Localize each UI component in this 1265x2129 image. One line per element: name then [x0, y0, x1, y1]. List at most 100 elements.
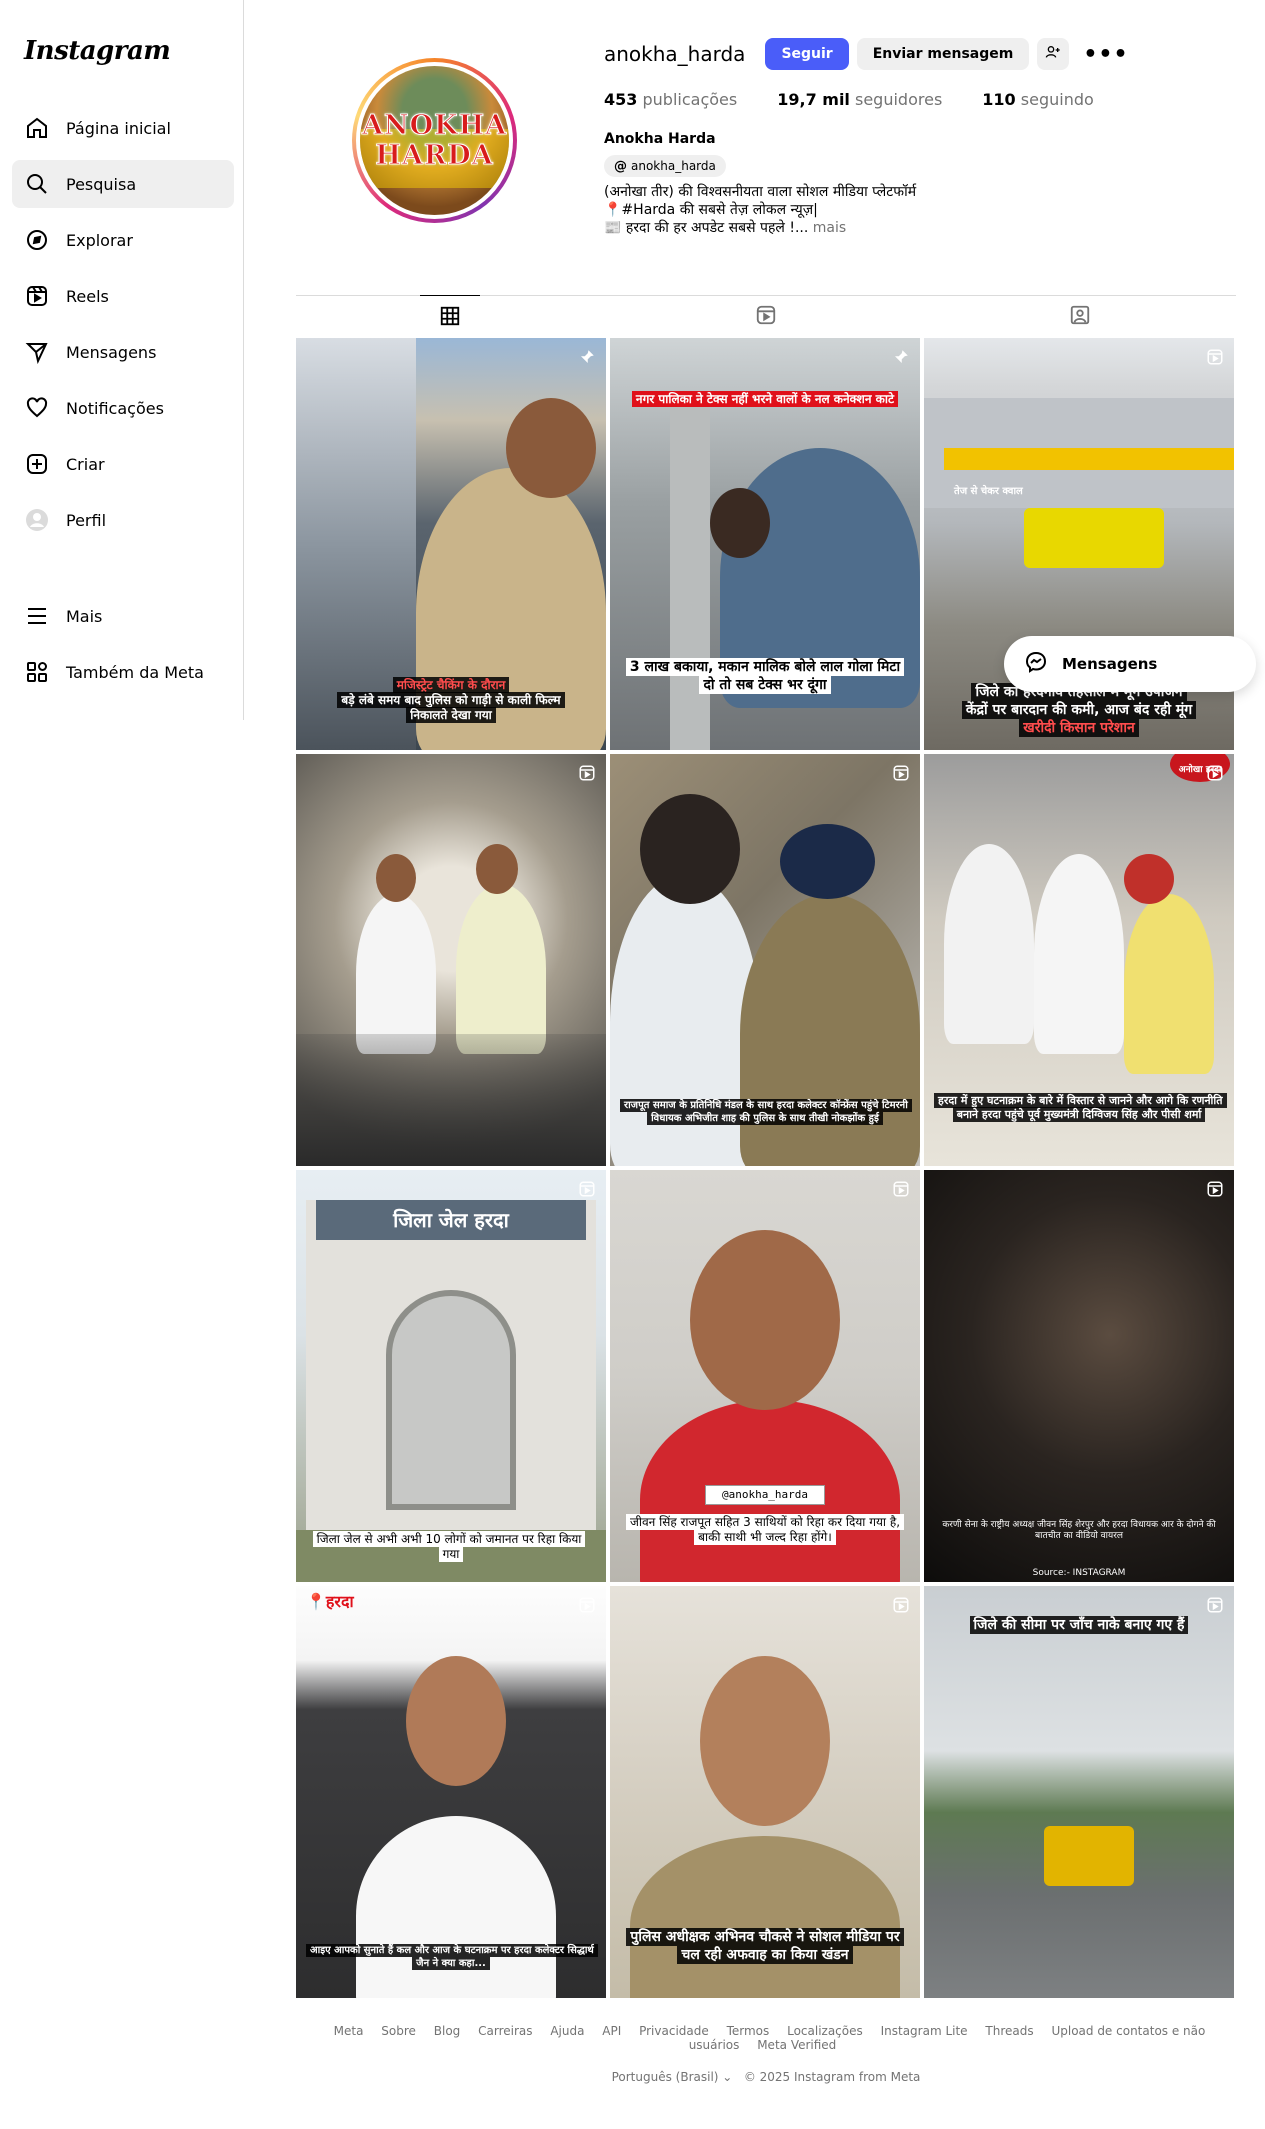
- meta-apps-icon: [24, 659, 50, 685]
- footer-link[interactable]: Sobre: [381, 2024, 416, 2038]
- sidebar-item-label: Reels: [66, 286, 109, 306]
- messenger-icon: [24, 339, 50, 365]
- posts-grid: मजिस्ट्रेट चैकिंग के दौरान बड़े लंबे समय…: [296, 338, 1234, 1998]
- reel-icon: [892, 764, 910, 782]
- add-person-icon: [1045, 44, 1061, 64]
- grid-icon: [439, 305, 461, 331]
- sidebar-item-label: Pesquisa: [66, 174, 137, 194]
- options-icon[interactable]: •••: [1083, 42, 1128, 67]
- post-tile[interactable]: [296, 754, 606, 1166]
- avatar-icon: [24, 507, 50, 533]
- sidebar-item-search[interactable]: Pesquisa: [12, 160, 234, 208]
- nav-bottom: Mais Também da Meta: [12, 592, 234, 704]
- profile-username: anokha_harda: [604, 42, 746, 66]
- post-caption: आइए आपको सुनाते हैं कल और आज के घटनाक्रम…: [306, 1944, 598, 1970]
- pinned-icon: [578, 348, 596, 366]
- post-caption: जिला जेल से अभी अभी 10 लोगों को जमानत पर…: [306, 1531, 596, 1562]
- sidebar-item-notifications[interactable]: Notificações: [12, 384, 234, 432]
- tab-tagged[interactable]: [1050, 295, 1110, 339]
- handle-label: @anokha_harda: [705, 1485, 825, 1505]
- footer-link[interactable]: Privacidade: [639, 2024, 709, 2038]
- sidebar-item-label: Mais: [66, 606, 103, 626]
- footer-link[interactable]: Localizações: [787, 2024, 863, 2038]
- posts-count: 453 publicações: [604, 90, 738, 109]
- nav-list: Página inicial Pesquisa Explorar Reels M…: [12, 104, 234, 552]
- suggest-accounts-button[interactable]: [1037, 38, 1070, 70]
- tab-reels[interactable]: [736, 295, 796, 339]
- profile-header: anokha_harda Seguir Enviar mensagem ••• …: [604, 36, 1244, 237]
- profile-avatar-ring[interactable]: ANOKHA HARDA: [352, 58, 517, 223]
- post-tile[interactable]: 📍हरदा आइए आपको सुनाते हैं कल और आज के घट…: [296, 1586, 606, 1998]
- sidebar-item-explore[interactable]: Explorar: [12, 216, 234, 264]
- chevron-down-icon: ⌄: [722, 2070, 733, 2084]
- sidebar-item-reels[interactable]: Reels: [12, 272, 234, 320]
- reel-icon: [1206, 1596, 1224, 1614]
- sidebar-item-label: Explorar: [66, 230, 133, 250]
- instagram-logo[interactable]: Instagram: [24, 36, 171, 66]
- sidebar-item-create[interactable]: Criar: [12, 440, 234, 488]
- sidebar-item-profile[interactable]: Perfil: [12, 496, 234, 544]
- post-caption: जिले की सीमा पर जाँच नाके बनाए गए हैं: [934, 1616, 1224, 1634]
- threads-link[interactable]: @ anokha_harda: [604, 155, 726, 177]
- send-message-button[interactable]: Enviar mensagem: [856, 38, 1030, 70]
- post-top-caption: नगर पालिका ने टेक्स नहीं भरने वालों के न…: [620, 391, 910, 407]
- pinned-icon: [892, 348, 910, 366]
- followers-count[interactable]: 19,7 mil seguidores: [777, 90, 942, 109]
- follow-button[interactable]: Seguir: [765, 38, 849, 70]
- footer: Meta Sobre Blog Carreiras Ajuda API Priv…: [296, 2024, 1236, 2084]
- footer-link[interactable]: Instagram Lite: [881, 2024, 968, 2038]
- reel-icon: [892, 1180, 910, 1198]
- footer-link[interactable]: API: [602, 2024, 621, 2038]
- footer-link[interactable]: Meta Verified: [757, 2038, 836, 2052]
- post-tile[interactable]: @anokha_harda जीवन सिंह राजपूत सहित 3 सा…: [610, 1170, 920, 1582]
- post-tile[interactable]: राजपूत समाज के प्रतिनिधि मंडल के साथ हरद…: [610, 754, 920, 1166]
- home-icon: [24, 115, 50, 141]
- post-caption: करणी सेना के राष्ट्रीय अध्यक्ष जीवन सिंह…: [942, 1520, 1216, 1541]
- reel-icon: [1206, 348, 1224, 366]
- reel-icon: [892, 1596, 910, 1614]
- post-caption: हरदा में हुए घटनाक्रम के बारे में विस्ता…: [934, 1093, 1227, 1122]
- language-selector[interactable]: Português (Brasil) ⌄: [612, 2070, 733, 2084]
- tab-posts[interactable]: [420, 295, 480, 339]
- reels-icon: [24, 283, 50, 309]
- post-tile[interactable]: पुलिस अधीक्षक अभिनव चौकसे ने सोशल मीडिया…: [610, 1586, 920, 1998]
- profile-tabs: [296, 295, 1236, 339]
- footer-link[interactable]: Meta: [334, 2024, 364, 2038]
- sidebar-item-messages[interactable]: Mensagens: [12, 328, 234, 376]
- footer-link[interactable]: Blog: [434, 2024, 461, 2038]
- messenger-icon: [1024, 650, 1062, 678]
- following-count[interactable]: 110 seguindo: [982, 90, 1094, 109]
- profile-bio: (अनोखा तीर) की विश्वसनीयता वाला सोशल मीड…: [604, 184, 917, 236]
- sidebar-item-label: Também da Meta: [66, 662, 204, 682]
- post-tile[interactable]: जिले की सीमा पर जाँच नाके बनाए गए हैं: [924, 1586, 1234, 1998]
- sidebar-item-home[interactable]: Página inicial: [12, 104, 234, 152]
- sidebar-item-meta[interactable]: Também da Meta: [12, 648, 234, 696]
- sidebar-item-more[interactable]: Mais: [12, 592, 234, 640]
- footer-link[interactable]: Threads: [985, 2024, 1033, 2038]
- reel-icon: [578, 1596, 596, 1614]
- tagged-icon: [1069, 304, 1091, 330]
- footer-link[interactable]: Carreiras: [478, 2024, 532, 2038]
- threads-icon: @: [614, 158, 627, 174]
- sidebar: Instagram Página inicial Pesquisa Explor…: [0, 0, 244, 720]
- post-tile[interactable]: मजिस्ट्रेट चैकिंग के दौरान बड़े लंबे समय…: [296, 338, 606, 750]
- messages-floating-button[interactable]: Mensagens: [1004, 636, 1256, 692]
- post-tile[interactable]: नगर पालिका ने टेक्स नहीं भरने वालों के न…: [610, 338, 920, 750]
- post-tile[interactable]: जिला जेल हरदा जिला जेल से अभी अभी 10 लोग…: [296, 1170, 606, 1582]
- footer-links: Meta Sobre Blog Carreiras Ajuda API Priv…: [296, 2024, 1236, 2052]
- profile-avatar: ANOKHA HARDA: [360, 66, 509, 215]
- post-tile[interactable]: अनोखा हरदा हरदा में हुए घटनाक्रम के बारे…: [924, 754, 1234, 1166]
- post-caption: 3 लाख बकाया, मकान मालिक बोले लाल गोला मि…: [620, 658, 910, 694]
- location-tag: 📍हरदा: [306, 1592, 354, 1611]
- sidebar-item-label: Criar: [66, 454, 105, 474]
- bio-more-link[interactable]: mais: [813, 220, 846, 236]
- sidebar-item-label: Notificações: [66, 398, 164, 418]
- footer-link[interactable]: Ajuda: [550, 2024, 584, 2038]
- sidebar-item-label: Perfil: [66, 510, 107, 530]
- post-tile[interactable]: करणी सेना के राष्ट्रीय अध्यक्ष जीवन सिंह…: [924, 1170, 1234, 1582]
- reel-icon: [1206, 764, 1224, 782]
- hamburger-icon: [24, 603, 50, 629]
- sidebar-item-label: Mensagens: [66, 342, 157, 362]
- footer-link[interactable]: Termos: [727, 2024, 770, 2038]
- profile-full-name: Anokha Harda: [604, 131, 716, 147]
